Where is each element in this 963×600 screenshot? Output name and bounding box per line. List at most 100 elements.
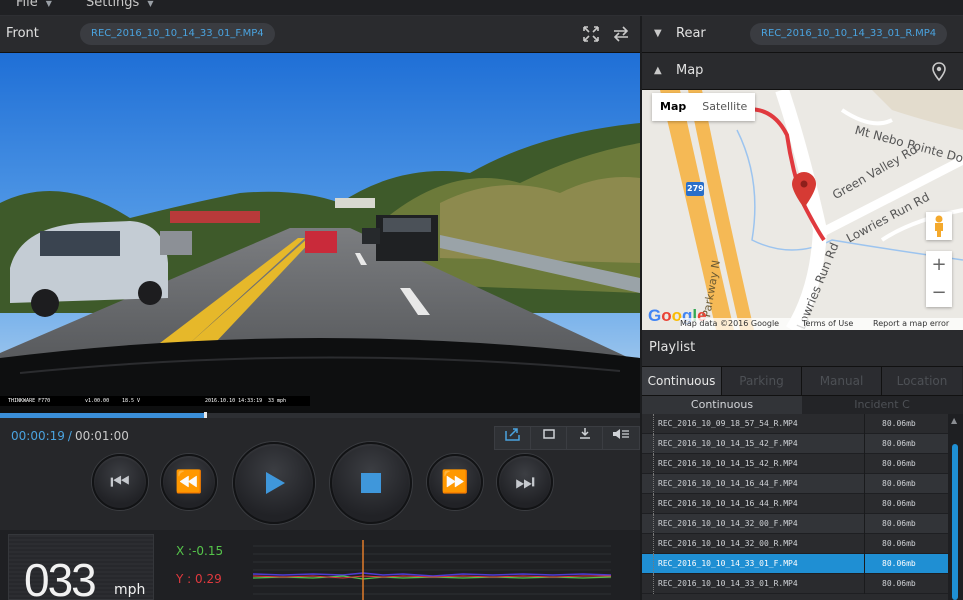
download-button[interactable] [567, 427, 603, 449]
playlist-row[interactable]: REC_2016_10_10_14_32_00_R.MP4 80.06mb [642, 534, 948, 554]
column-divider [864, 494, 865, 514]
playlist-row-size: 80.06mb [882, 519, 916, 528]
menu-settings-label: Settings [86, 0, 140, 10]
playlist-row[interactable]: REC_2016_10_10_14_33_01_F.MP4 80.06mb [642, 554, 948, 574]
time-separator: / [67, 429, 72, 443]
map-view[interactable]: 279 Mt Nebo Pointe Do Green Valley Rd Lo… [642, 90, 963, 330]
tree-connector [653, 574, 654, 594]
map-panel-header[interactable]: ▲ Map [642, 53, 963, 90]
map-attribution: Map data ©2016 Google Terms of Use Repor… [680, 318, 963, 330]
map-type-control: Map Satellite [652, 93, 756, 121]
subtab-continuous[interactable]: Continuous [642, 396, 802, 415]
playlist-row[interactable]: REC_2016_10_10_14_33_01_R.MP4 80.06mb [642, 574, 948, 594]
playlist-list: REC_2016_10_09_18_57_54_R.MP4 80.06mb REC_… [642, 414, 948, 600]
fullscreen-icon[interactable] [582, 25, 600, 43]
capture-button[interactable] [531, 427, 567, 449]
tree-connector [653, 454, 654, 474]
tree-connector [653, 514, 654, 534]
playlist-row-name: REC_2016_10_10_14_33_01_F.MP4 [658, 559, 798, 568]
volume-icon [613, 429, 629, 439]
menu-file-label: File [16, 0, 38, 10]
playback-controls: 00:00:19/00:01:00 ⏮ ⏪ ⏩ ⏭ [0, 418, 640, 530]
playlist-row-size: 80.06mb [882, 439, 916, 448]
menu-bar: File ▼ Settings ▼ [0, 0, 963, 16]
playlist-title: Playlist [649, 340, 696, 355]
dashcam-viewer-window: File ▼ Settings ▼ Front REC_2016_10_10_14_… [0, 0, 963, 600]
osd-version: v1.00.00 [85, 398, 110, 404]
column-divider [864, 454, 865, 474]
time-display: 00:00:19/00:01:00 [11, 429, 129, 443]
report-error-link[interactable]: Report a map error [873, 318, 949, 330]
export-icon [504, 428, 520, 441]
column-divider [864, 514, 865, 534]
volume-button[interactable] [603, 427, 639, 449]
menu-file[interactable]: File ▼ [16, 0, 52, 10]
playlist-row-size: 80.06mb [882, 479, 916, 488]
rewind-button[interactable]: ⏪ [161, 454, 217, 510]
location-pin-icon[interactable] [931, 62, 947, 82]
playlist-row-name: REC_2016_10_10_14_33_01_R.MP4 [658, 579, 798, 588]
front-file-name: REC_2016_10_10_14_33_01_F.MP4 [80, 23, 275, 45]
terms-link[interactable]: Terms of Use [802, 318, 853, 330]
crop-icon [542, 429, 555, 439]
scroll-thumb[interactable] [952, 444, 958, 600]
zoom-out-button[interactable]: − [926, 279, 952, 307]
stop-button[interactable] [330, 442, 412, 524]
toolbar [494, 426, 640, 450]
tab-manual[interactable]: Manual [802, 367, 882, 395]
map-type-map-button[interactable]: Map [652, 93, 694, 121]
export-button[interactable] [495, 427, 531, 449]
playlist-row[interactable]: REC_2016_10_10_14_32_00_F.MP4 80.06mb [642, 514, 948, 534]
map-title: Map [676, 63, 704, 78]
playlist-row-name: REC_2016_10_10_14_16_44_F.MP4 [658, 479, 798, 488]
playlist-row-size: 80.06mb [882, 459, 916, 468]
playlist-row[interactable]: REC_2016_10_10_14_16_44_R.MP4 80.06mb [642, 494, 948, 514]
playlist-row-size: 80.06mb [882, 419, 916, 428]
skip-next-icon: ⏭ [515, 469, 535, 495]
playlist-scrollbar[interactable]: ▲ [948, 414, 963, 600]
playlist-row[interactable]: REC_2016_10_10_14_16_44_F.MP4 80.06mb [642, 474, 948, 494]
swap-icon[interactable] [612, 25, 630, 43]
subtab-incident[interactable]: Incident C [802, 396, 962, 415]
route-shield-label: 279 [687, 184, 704, 193]
fast-forward-button[interactable]: ⏩ [427, 454, 483, 510]
current-time: 00:00:19 [11, 429, 65, 443]
column-divider [864, 554, 865, 574]
playlist-row[interactable]: REC_2016_10_10_14_15_42_R.MP4 80.06mb [642, 454, 948, 474]
chevron-down-icon: ▼ [45, 0, 52, 8]
tree-connector [653, 494, 654, 514]
download-icon [579, 428, 590, 439]
osd-brand: THINKWARE F770 [8, 398, 51, 404]
map-type-satellite-button[interactable]: Satellite [694, 93, 755, 121]
zoom-in-button[interactable]: + [926, 251, 952, 279]
playlist-row[interactable]: REC_2016_10_10_14_15_42_F.MP4 80.06mb [642, 434, 948, 454]
play-button[interactable] [233, 442, 315, 524]
front-video[interactable] [0, 53, 640, 413]
g-sensor-graph[interactable] [253, 540, 611, 600]
previous-file-button[interactable]: ⏮ [92, 454, 148, 510]
fast-forward-icon: ⏩ [441, 469, 469, 495]
rear-file-name: REC_2016_10_10_14_33_01_R.MP4 [750, 23, 948, 45]
total-time: 00:01:00 [74, 429, 129, 443]
tab-location[interactable]: Location [882, 367, 962, 395]
tab-continuous[interactable]: Continuous [642, 367, 722, 395]
scroll-up-icon[interactable]: ▲ [951, 416, 957, 425]
playlist-row-name: REC_2016_10_09_18_57_54_R.MP4 [658, 419, 798, 428]
playlist-row-size: 80.06mb [882, 579, 916, 588]
tab-parking[interactable]: Parking [722, 367, 802, 395]
osd-speed: 33 mph [268, 398, 287, 404]
speed-unit: mph [114, 582, 146, 598]
playlist-row-size: 80.06mb [882, 559, 916, 568]
collapse-up-icon: ▲ [654, 65, 662, 76]
menu-settings[interactable]: Settings ▼ [86, 0, 153, 10]
rear-panel-header[interactable]: ▼ Rear REC_2016_10_10_14_33_01_R.MP4 [642, 16, 963, 53]
playlist-row-name: REC_2016_10_10_14_32_00_F.MP4 [658, 519, 798, 528]
street-view-button[interactable] [926, 212, 952, 240]
tree-connector [653, 474, 654, 494]
playlist-row-size: 80.06mb [882, 539, 916, 548]
next-file-button[interactable]: ⏭ [497, 454, 553, 510]
collapse-down-icon: ▼ [654, 28, 662, 39]
playlist-row[interactable]: REC_2016_10_09_18_57_54_R.MP4 80.06mb [642, 414, 948, 434]
playlist-tabs: Continuous Parking Manual Location [642, 367, 963, 395]
video-frame-image [0, 53, 640, 413]
